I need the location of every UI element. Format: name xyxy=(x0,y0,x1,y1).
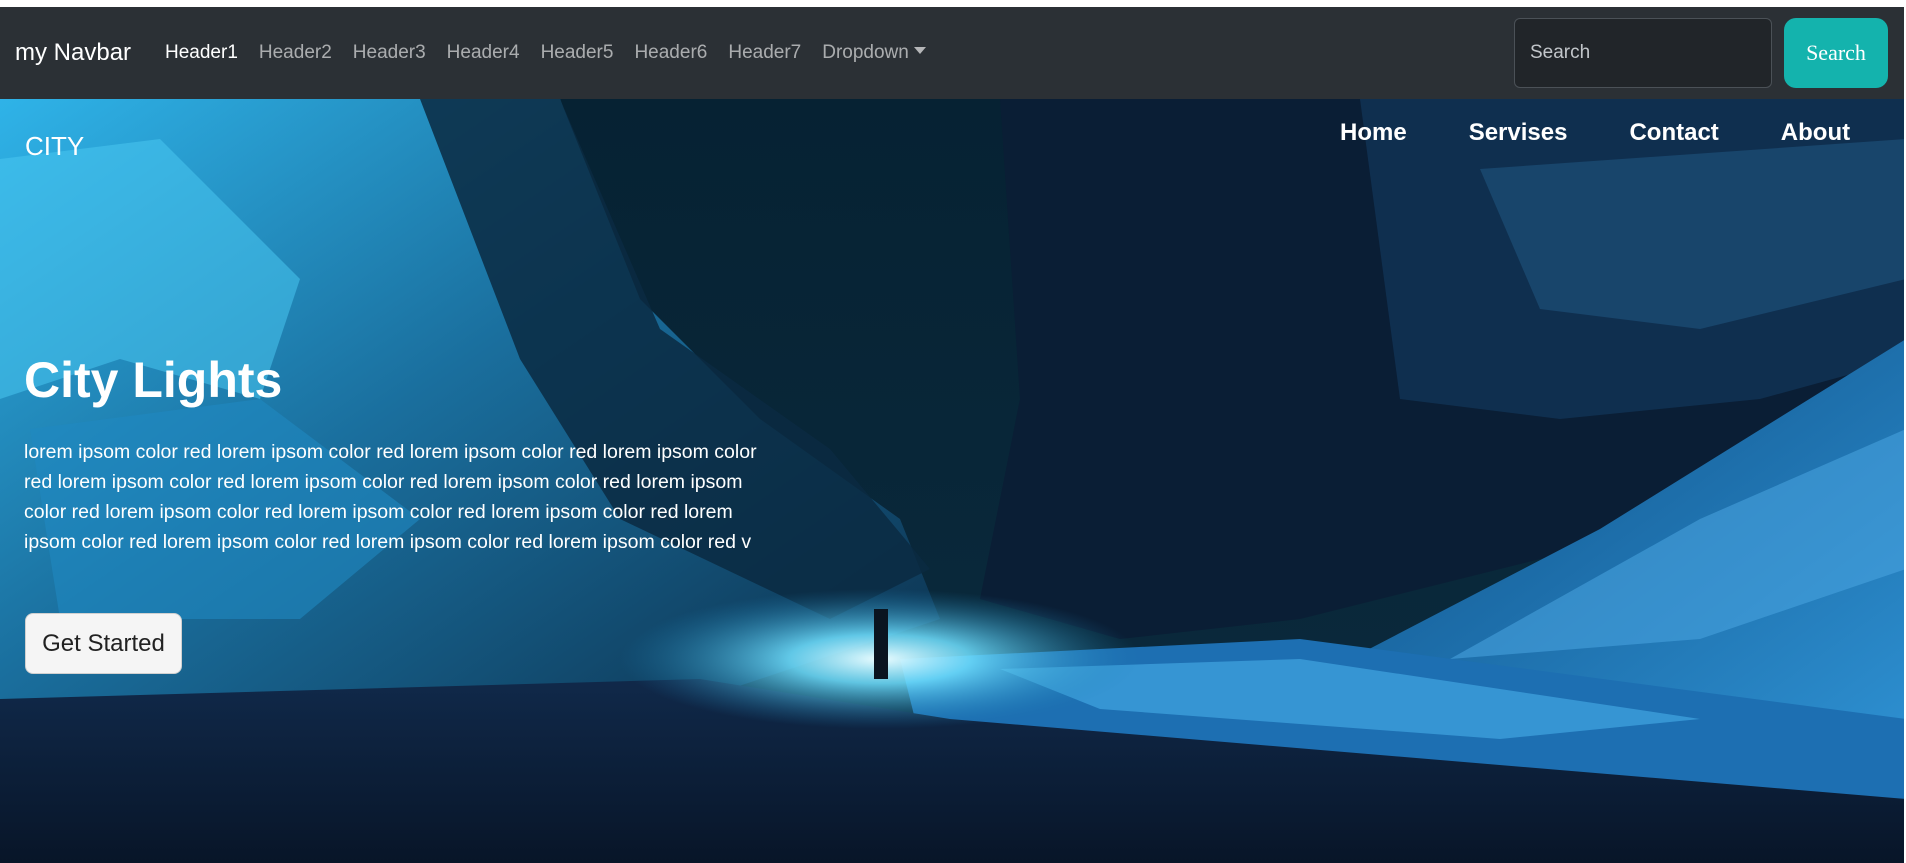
hero-nav-services[interactable]: Servises xyxy=(1469,119,1568,147)
nav-link-header1[interactable]: Header1 xyxy=(165,42,238,64)
hero-section: CITY Home Servises Contact About City Li… xyxy=(0,99,1906,863)
hero-description: lorem ipsom color red lorem ipsom color … xyxy=(24,441,757,553)
navbar-links: Header1 Header2 Header3 Header4 Header5 … xyxy=(165,7,947,99)
hero-nav: Home Servises Contact About xyxy=(1340,119,1906,147)
get-started-button[interactable]: Get Started xyxy=(25,613,182,674)
nav-link-header4[interactable]: Header4 xyxy=(447,42,520,64)
navbar-brand[interactable]: my Navbar xyxy=(15,7,131,99)
search-button[interactable]: Search xyxy=(1784,18,1888,88)
nav-dropdown-label: Dropdown xyxy=(822,42,909,63)
caret-down-icon xyxy=(913,47,926,55)
nav-link-header7[interactable]: Header7 xyxy=(728,42,801,64)
hero-nav-contact[interactable]: Contact xyxy=(1629,119,1718,147)
hero-nav-about[interactable]: About xyxy=(1781,119,1850,147)
hero-title: City Lights xyxy=(24,352,283,408)
nav-link-header2[interactable]: Header2 xyxy=(259,42,332,64)
top-navbar: my Navbar Header1 Header2 Header3 Header… xyxy=(0,7,1906,99)
nav-link-header3[interactable]: Header3 xyxy=(353,42,426,64)
search-input[interactable] xyxy=(1514,18,1772,88)
nav-dropdown[interactable]: Dropdown xyxy=(822,42,926,64)
nav-link-header5[interactable]: Header5 xyxy=(541,42,614,64)
nav-link-header6[interactable]: Header6 xyxy=(634,42,707,64)
hero-nav-home[interactable]: Home xyxy=(1340,119,1407,147)
hero-logo[interactable]: CITY xyxy=(25,131,84,162)
